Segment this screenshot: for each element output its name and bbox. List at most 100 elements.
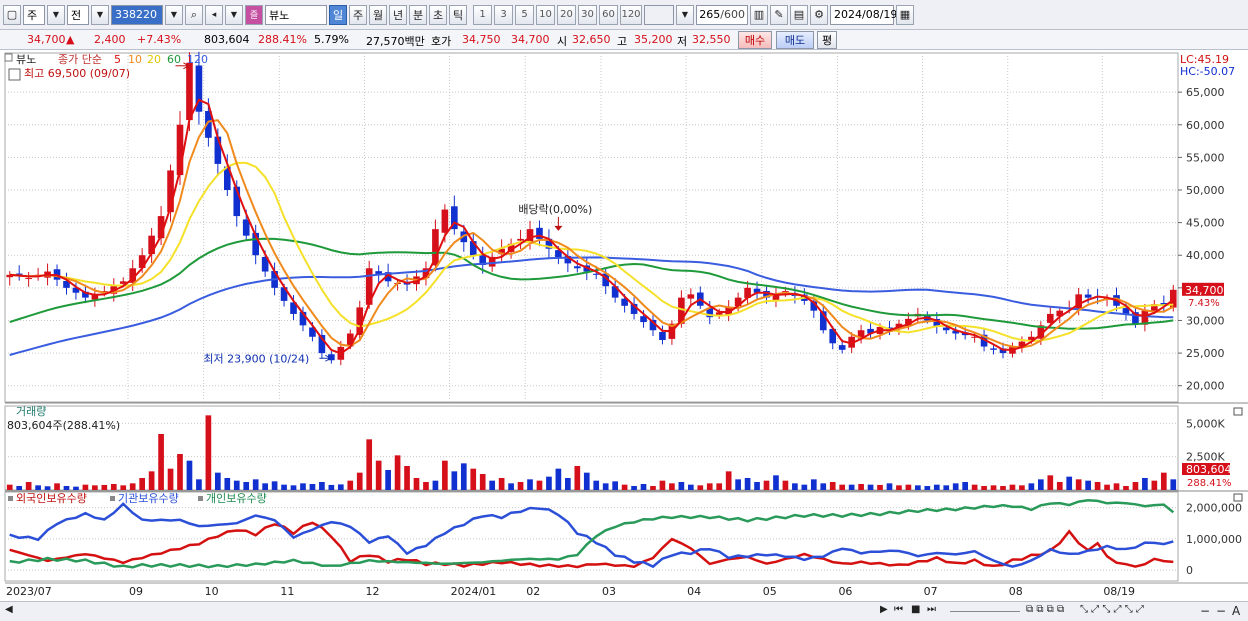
sell-button[interactable]: 매도 — [776, 31, 814, 49]
gear-icon[interactable]: ⚙ — [810, 4, 828, 25]
ma60-legend: 60 — [167, 53, 181, 66]
volume-bar — [754, 482, 760, 490]
candle — [517, 238, 524, 241]
window-icon[interactable]: ▢ — [3, 4, 21, 25]
tab-month[interactable]: 월 — [369, 4, 387, 25]
tab-tick[interactable]: 틱 — [449, 4, 467, 25]
volume-bar — [650, 486, 656, 490]
x-tick-label: 06 — [838, 585, 852, 598]
volume-bar — [1094, 482, 1101, 490]
volume-bar — [413, 478, 420, 490]
volume-bar — [347, 480, 354, 490]
y-tick-label: 30,000 — [1186, 314, 1225, 327]
interval-20[interactable]: 20 — [557, 4, 576, 25]
speaker-icon[interactable]: ◂ — [205, 4, 223, 25]
tab-minute[interactable]: 분 — [409, 4, 427, 25]
interval-10[interactable]: 10 — [536, 4, 555, 25]
volume-subtitle: 803,604주(288.41%) — [7, 419, 120, 432]
volume-bar — [101, 484, 108, 490]
volume-bar — [1047, 475, 1054, 490]
dropdown-arrow-icon[interactable]: ▼ — [91, 4, 109, 25]
volume-bar — [16, 486, 23, 490]
dropdown-arrow-icon[interactable]: ▼ — [676, 4, 694, 25]
volume-bar — [517, 482, 524, 490]
legend-marker — [198, 496, 203, 501]
tab-day[interactable]: 일 — [329, 4, 347, 25]
dropdown-arrow-icon[interactable]: ▼ — [47, 4, 65, 25]
first-page-icon[interactable]: ⏮ — [894, 604, 903, 615]
volume-bar — [536, 480, 543, 490]
table-icon[interactable] — [8, 68, 21, 81]
candle-type-icon[interactable]: ▥ — [750, 4, 768, 25]
volume-bar — [120, 485, 127, 490]
volume-bar — [621, 484, 628, 490]
interval-1[interactable]: 1 — [473, 4, 492, 25]
date-input[interactable]: 2024/08/19 — [830, 4, 897, 25]
calendar-icon[interactable]: ▦ — [896, 4, 914, 25]
volume-bar — [735, 479, 741, 490]
interval-3[interactable]: 3 — [494, 4, 513, 25]
scroll-left-icon[interactable]: ◀ — [5, 604, 13, 615]
bottom-bar: ◀ ▶ ⏮ ■ ⏭ ⧉ ⧉ ⧉ ⧉ ⤡ ⤢ ⤡ ⤢ ⤡ ⤢ − − A — [0, 601, 1248, 621]
volume-bar — [479, 474, 486, 490]
search-icon[interactable]: ⌕ — [185, 4, 203, 25]
y-tick-label: 50,000 — [1186, 184, 1225, 197]
evaluate-button[interactable]: 평 — [817, 31, 837, 49]
volume-bar — [962, 482, 968, 490]
volume-bar — [943, 485, 950, 490]
x-tick-label: 08/19 — [1103, 585, 1135, 598]
open-label: 시 — [557, 35, 568, 48]
tool-icons[interactable]: ⤡ ⤢ ⤡ ⤢ ⤡ ⤢ — [1080, 604, 1144, 615]
volume-bar — [470, 468, 477, 490]
y-tick-label: 0 — [1186, 564, 1193, 577]
volume-bar — [546, 476, 552, 490]
tab-week[interactable]: 주 — [349, 4, 367, 25]
ma-legend-label: 종가 단순 — [58, 53, 102, 66]
hc-label: HC:-50.07 — [1180, 65, 1235, 78]
draw-tool-icon[interactable]: ✎ — [770, 4, 788, 25]
volume-bar — [139, 478, 146, 490]
stock-name: 뷰노 — [265, 4, 327, 25]
stock-chart[interactable]: 65,00060,00055,00050,00045,00040,00035,0… — [0, 50, 1248, 601]
count-input[interactable]: 265/600 — [696, 4, 748, 25]
scroll-right-icon[interactable]: ▶ — [880, 604, 888, 615]
favorite-icon[interactable]: 즐 — [245, 4, 263, 25]
buy-button[interactable]: 매수 — [738, 31, 772, 49]
last-page-icon[interactable]: ⏭ — [927, 604, 936, 615]
tab-second[interactable]: 초 — [429, 4, 447, 25]
custom-interval-input[interactable] — [644, 4, 674, 25]
save-icon[interactable]: ▤ — [790, 4, 808, 25]
volume-bar — [508, 483, 514, 490]
scope-select[interactable]: 전 — [67, 4, 89, 25]
market-select[interactable]: 주 — [23, 4, 45, 25]
volume-bar — [990, 485, 997, 490]
y-tick-label: 5,000K — [1186, 417, 1225, 430]
top-toolbar: ▢ 주 ▼ 전 ▼ 338220 ▼ ⌕ ◂ ▼ 즐 뷰노 일 주 월 년 분 … — [0, 0, 1248, 30]
volume-bar — [385, 470, 391, 490]
legend-marker — [8, 496, 13, 501]
volume-bar — [697, 485, 704, 490]
volume-bar — [271, 481, 278, 490]
volume-bar — [337, 484, 344, 490]
volume-bar — [669, 483, 675, 490]
interval-60[interactable]: 60 — [599, 4, 618, 25]
y-tick-label: 55,000 — [1186, 151, 1225, 164]
interval-30[interactable]: 30 — [578, 4, 597, 25]
stop-icon[interactable]: ■ — [911, 604, 920, 615]
font-size-icon[interactable]: A — [1232, 604, 1240, 618]
zoom-slider[interactable] — [950, 611, 1020, 612]
interval-120[interactable]: 120 — [620, 4, 642, 25]
stock-code-input[interactable]: 338220 — [111, 4, 163, 25]
volume-bar — [1028, 483, 1035, 490]
volume-bar — [1170, 479, 1177, 490]
dropdown-arrow-icon[interactable]: ▼ — [165, 4, 183, 25]
zoom-line-icon[interactable]: − — [1216, 604, 1226, 618]
dropdown-arrow-icon[interactable]: ▼ — [225, 4, 243, 25]
volume-bar — [148, 471, 155, 490]
layout-icons[interactable]: ⧉ ⧉ ⧉ ⧉ — [1026, 604, 1064, 615]
zoom-minus-icon[interactable]: − — [1200, 604, 1210, 618]
volume-bar — [602, 483, 609, 490]
tab-year[interactable]: 년 — [389, 4, 407, 25]
volume-bar — [593, 480, 600, 490]
interval-5[interactable]: 5 — [515, 4, 534, 25]
